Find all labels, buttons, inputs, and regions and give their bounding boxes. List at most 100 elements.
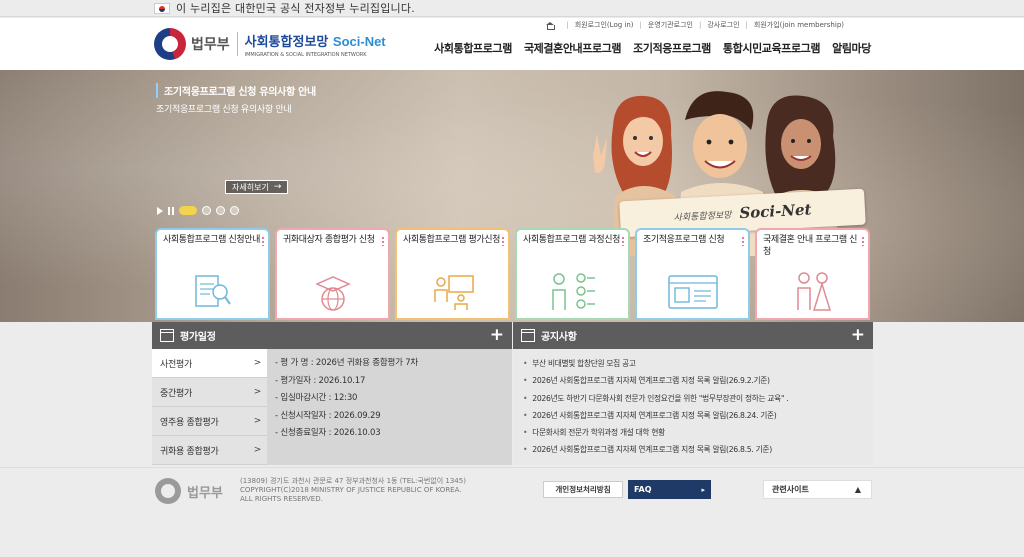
list-item[interactable]: 2026년 사회통합프로그램 지자체 연계프로그램 지정 목록 알림(26.8.… [523, 441, 863, 458]
ministry-emblem-icon [154, 28, 186, 60]
eval-detail-panel: - 평 가 명 : 2026년 귀화용 종합평가 7차 - 평가일자 : 202… [267, 349, 512, 465]
slide-dot-1[interactable] [179, 206, 197, 215]
join-membership-link[interactable]: 회원가입(join membership) [754, 20, 844, 30]
chevron-right-icon: ▸ [701, 485, 705, 494]
hero-banner-en: Soci-Net [738, 200, 812, 223]
privacy-policy-button[interactable]: 개인정보처리방침 [543, 481, 623, 498]
nav-social-integration[interactable]: 사회통합프로그램 [434, 40, 512, 56]
slider-controls [157, 206, 239, 215]
chevron-up-icon: ▲ [854, 485, 861, 494]
footer-info: (13809) 경기도 과천시 관문로 47 정부과천청사 1동 (TEL:국번… [240, 477, 466, 504]
eval-schedule-header: 평가일정 + [152, 322, 512, 349]
slide-dot-4[interactable] [230, 206, 239, 215]
hero-more-button[interactable]: 자세히보기 → [225, 180, 289, 194]
faq-label: FAQ [634, 485, 652, 494]
more-vertical-icon[interactable] [622, 236, 624, 246]
list-item[interactable]: 부산 비대별빛 합창단원 모집 공고 [523, 355, 863, 372]
site-subtitle: IMMIGRATION & SOCIAL INTEGRATION NETWORK [244, 51, 367, 58]
hero-subtitle: 조기적응프로그램 신청 유의사항 안내 [156, 105, 292, 115]
korean-flag-icon [154, 2, 170, 14]
slide-dot-3[interactable] [216, 206, 225, 215]
faq-button[interactable]: FAQ ▸ [628, 480, 711, 499]
more-vertical-icon[interactable] [502, 236, 504, 246]
nav-early-adaptation[interactable]: 조기적응프로그램 [633, 40, 711, 56]
ministry-emblem-icon [155, 478, 181, 504]
quick-menu-cards: 사회통합프로그램 신청안내 귀화대상자 종합평가 신청 사회통합프로그램 평가신… [155, 228, 870, 320]
site-title-en: Soci-Net [332, 33, 386, 49]
notice-list: 부산 비대별빛 합창단원 모집 공고 2026년 사회통합프로그램 지자체 연계… [513, 349, 873, 465]
gov-banner-text: 이 누리집은 대한민국 공식 전자정부 누리집입니다. [176, 2, 415, 15]
footer-logo: 법무부 [155, 478, 223, 504]
site-title-kr: 사회통합정보망 [244, 34, 329, 50]
chevron-right-icon: > [253, 445, 262, 455]
card-label: 사회통합프로그램 평가신청 [403, 235, 501, 245]
list-item[interactable]: 2026년 사회통합프로그램 지자체 연계프로그램 지정 목록 알림(26.8.… [523, 407, 863, 424]
document-search-icon [194, 275, 231, 307]
card-label: 국제결혼 안내 프로그램 신청 [763, 235, 858, 257]
classroom-icon [433, 275, 474, 310]
list-item[interactable]: 2026년 사회통합프로그램 지자체 연계프로그램 지정 목록 알림(26.9.… [523, 372, 863, 389]
tab-label: 사전평가 [160, 359, 192, 370]
card-label: 조기적응프로그램 신청 [643, 235, 725, 245]
card-sip-eval-application[interactable]: 사회통합프로그램 평가신청 [395, 228, 510, 320]
ministry-name: 법무부 [191, 36, 230, 52]
plus-icon[interactable]: + [490, 325, 504, 345]
notice-header: 공지사항 + [513, 322, 873, 349]
member-login-link[interactable]: 회원로그인(Log in) [575, 20, 634, 30]
tab-label: 영주용 종합평가 [160, 417, 219, 428]
home-icon[interactable] [546, 21, 556, 30]
list-item[interactable]: 다문화사회 전문가 학위과정 개설 대학 현황 [523, 424, 863, 441]
utility-links: | 회원로그인(Log in) | 운영기관로그인 | 강사로그인 | 회원가입… [546, 20, 844, 30]
pause-icon[interactable] [168, 206, 174, 215]
eval-name: - 평 가 명 : 2026년 귀화용 종합평가 7차 [275, 358, 419, 368]
nav-intl-marriage[interactable]: 국제결혼안내프로그램 [524, 40, 622, 56]
related-sites-select[interactable]: 관련사이트 ▲ [763, 480, 872, 499]
slide-dot-2[interactable] [202, 206, 211, 215]
id-card-icon [667, 275, 718, 309]
tab-permanent-residence-eval[interactable]: 영주용 종합평가 > [152, 407, 267, 436]
more-vertical-icon[interactable] [382, 236, 384, 246]
more-vertical-icon[interactable] [262, 236, 264, 246]
hero-title: 조기적응프로그램 신청 유의사항 안내 [156, 83, 316, 98]
play-icon[interactable] [157, 206, 163, 215]
logo-divider [236, 32, 238, 56]
tab-label: 귀화용 종합평가 [160, 446, 219, 457]
list-item[interactable]: 2026년도 하반기 다문화사회 전문가 인정요건을 위한 "법무부장관이 정하… [523, 390, 863, 407]
plus-icon[interactable]: + [851, 325, 865, 345]
chevron-right-icon: > [253, 416, 262, 426]
site-footer: 법무부 (13809) 경기도 과천시 관문로 47 정부과천청사 1동 (TE… [0, 467, 1024, 557]
instructor-login-link[interactable]: 강사로그인 [707, 20, 739, 30]
card-intl-marriage-program[interactable]: 국제결혼 안내 프로그램 신청 [755, 228, 870, 320]
org-login-link[interactable]: 운영기관로그인 [648, 20, 693, 30]
privacy-policy-label: 개인정보처리방침 [555, 485, 611, 494]
nav-notice-board[interactable]: 알림마당 [832, 40, 871, 56]
card-naturalization-eval[interactable]: 귀화대상자 종합평가 신청 [275, 228, 390, 320]
more-vertical-icon[interactable] [862, 236, 864, 246]
chevron-right-icon: > [253, 387, 262, 397]
related-sites-label: 관련사이트 [772, 485, 809, 494]
card-early-adaptation[interactable]: 조기적응프로그램 신청 [635, 228, 750, 320]
couple-icon [796, 272, 831, 311]
gov-banner: 이 누리집은 대한민국 공식 전자정부 누리집입니다. [0, 0, 1024, 17]
hero-more-label: 자세히보기 [232, 182, 269, 192]
eval-application-start: - 신청시작일자 : 2026.09.29 [275, 410, 381, 421]
notice-title: 공지사항 [541, 332, 577, 343]
chevron-right-icon: > [253, 358, 262, 368]
hero-banner-kr: 사회통합정보망 [673, 210, 732, 224]
graduation-globe-icon [314, 276, 351, 311]
nav-civic-education[interactable]: 통합시민교육프로그램 [723, 40, 821, 56]
checklist-icon [551, 273, 595, 310]
footer-copyright: COPYRIGHT(C)2018 MINISTRY OF JUSTICE REP… [240, 486, 462, 494]
more-vertical-icon[interactable] [742, 236, 744, 246]
eval-checkin-deadline: - 입실마감시간 : 12:30 [275, 393, 358, 403]
site-logo[interactable]: 법무부 사회통합정보망 Soci-Net IMMIGRATION & SOCIA… [154, 28, 386, 60]
tab-naturalization-eval[interactable]: 귀화용 종합평가 > [152, 436, 267, 465]
tab-mid-eval[interactable]: 중간평가 > [152, 378, 267, 407]
footer-rights: ALL RIGHTS RESERVED. [240, 495, 323, 503]
card-label: 귀화대상자 종합평가 신청 [283, 235, 375, 245]
card-sip-application-guide[interactable]: 사회통합프로그램 신청안내 [155, 228, 270, 320]
card-sip-course-application[interactable]: 사회통합프로그램 과정신청 [515, 228, 630, 320]
footer-address: (13809) 경기도 과천시 관문로 47 정부과천청사 1동 (TEL:국번… [240, 477, 466, 485]
site-header: 법무부 사회통합정보망 Soci-Net IMMIGRATION & SOCIA… [0, 18, 1024, 70]
tab-pre-eval[interactable]: 사전평가 > [152, 349, 267, 378]
